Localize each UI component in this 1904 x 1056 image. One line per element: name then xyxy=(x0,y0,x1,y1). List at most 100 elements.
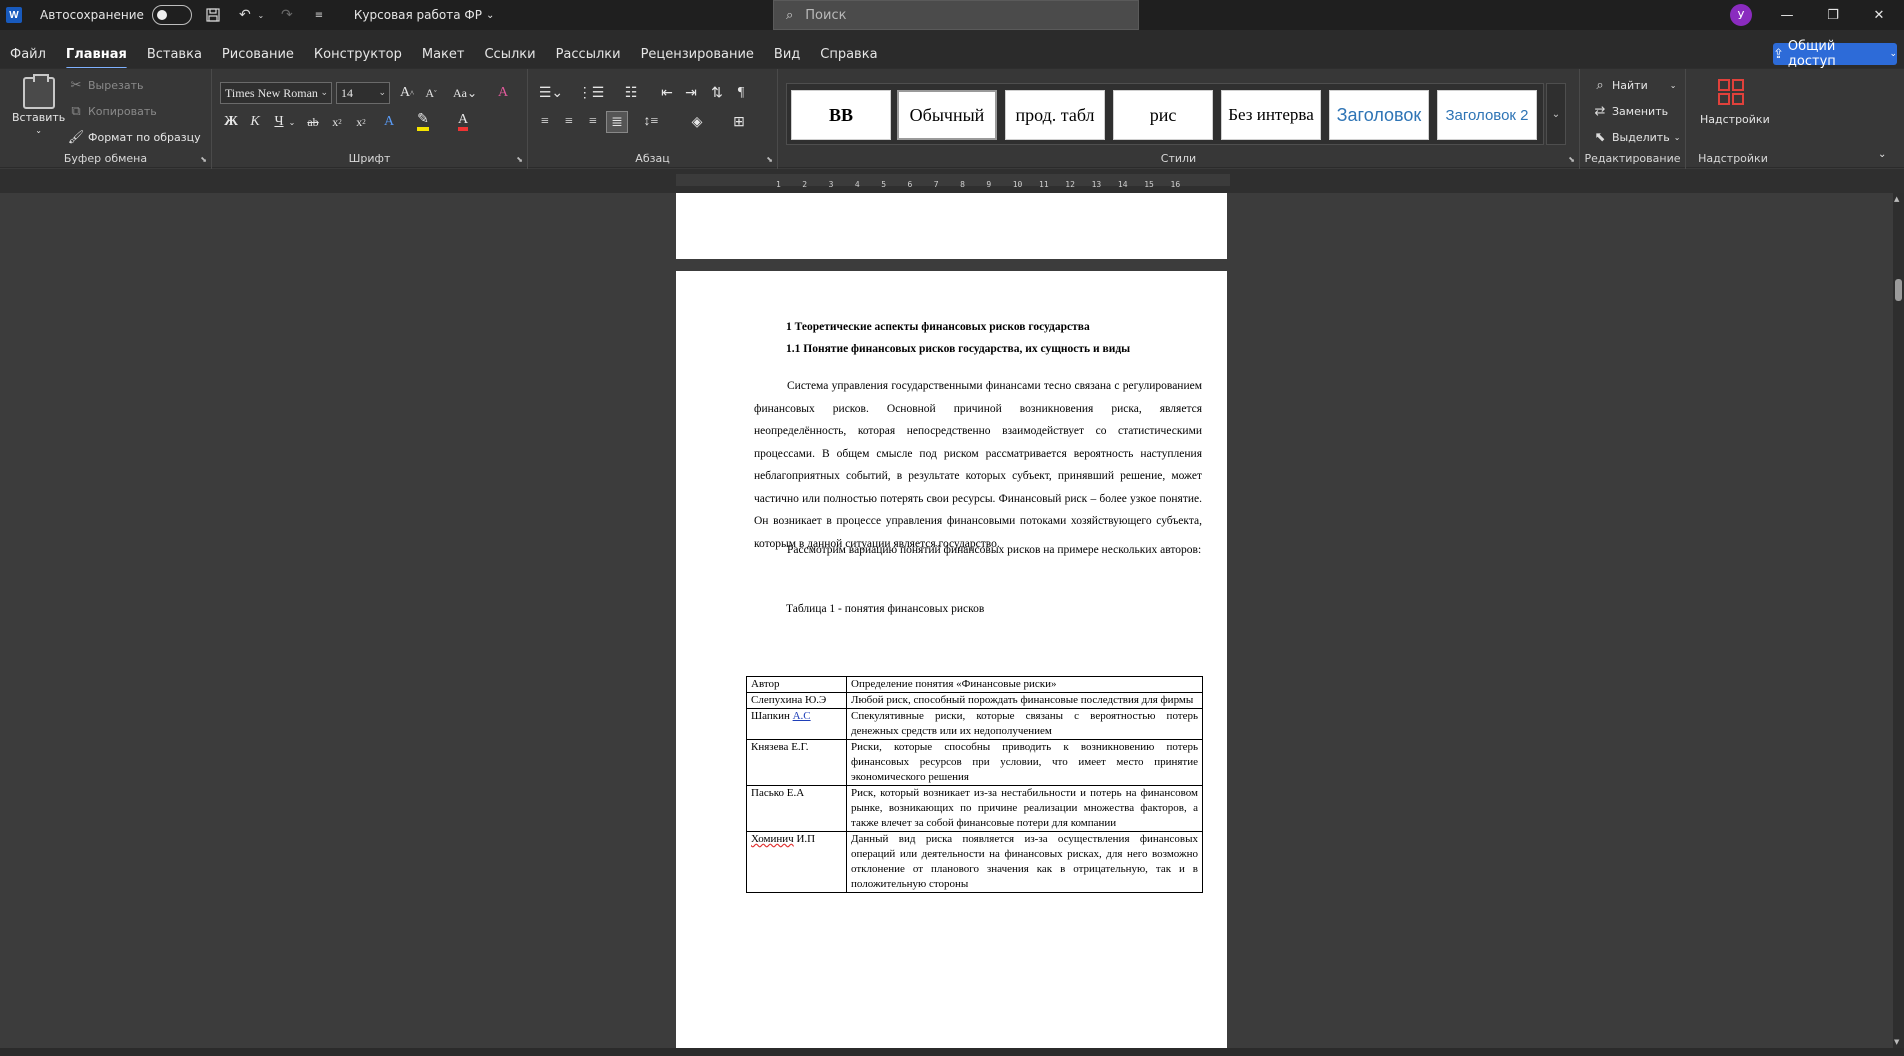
table-cell-author: Пасько Е.А xyxy=(746,785,847,832)
autosave-toggle[interactable] xyxy=(151,5,192,25)
styles-group-label: Стили xyxy=(1160,152,1197,165)
style-bb[interactable]: BB xyxy=(791,90,891,140)
find-button[interactable]: ⌕ Найти ⌄ xyxy=(1592,77,1676,93)
close-icon[interactable]: ✕ xyxy=(1856,0,1902,30)
shrink-font-icon[interactable]: Aˇ xyxy=(420,82,442,104)
align-right-icon[interactable]: ≡ xyxy=(582,111,604,133)
paste-button[interactable]: Вставить ⌄ xyxy=(12,74,65,135)
superscript-icon[interactable]: x2 xyxy=(350,111,372,133)
clipboard-group: Вставить ⌄ ✂ Вырезать ⧉ Копировать 🖌 Фор… xyxy=(0,69,212,169)
restore-icon[interactable]: ❐ xyxy=(1810,0,1856,30)
font-name-value: Times New Roman xyxy=(225,85,318,100)
document-title[interactable]: Курсовая работа ФР ⌄ xyxy=(354,8,494,22)
style-normal[interactable]: Обычный xyxy=(897,90,997,140)
text-effects-icon[interactable]: A xyxy=(378,111,400,133)
dialog-launcher-icon[interactable]: ⬊ xyxy=(200,155,207,164)
subscript-icon[interactable]: x2 xyxy=(326,111,348,133)
format-painter-button[interactable]: 🖌 Формат по образцу xyxy=(68,129,201,145)
change-case-icon[interactable]: Aa⌄ xyxy=(448,82,482,104)
chevron-down-icon[interactable]: ⌄ xyxy=(286,111,298,133)
decrease-indent-icon[interactable]: ⇤ xyxy=(656,82,678,104)
table-cell-author: Шапкин А.С xyxy=(746,708,847,740)
replace-button[interactable]: ⇄ Заменить xyxy=(1592,103,1669,119)
save-icon[interactable] xyxy=(202,4,224,26)
show-marks-icon[interactable]: ¶ xyxy=(730,82,752,104)
tab-6[interactable]: Ссылки xyxy=(474,42,545,66)
paragraph-group-label: Абзац xyxy=(635,152,670,165)
share-button[interactable]: ⇪ Общий доступ ⌄ xyxy=(1773,39,1897,69)
undo-icon[interactable]: ↶ xyxy=(234,4,256,26)
ruler-track[interactable]: 1 2 3 4 5 6 7 8 9 10 11 12 13 14 15 16 xyxy=(676,174,1230,189)
align-center-icon[interactable]: ≡ xyxy=(558,111,580,133)
tab-0[interactable]: Файл xyxy=(0,42,56,66)
borders-icon[interactable]: ⊞ xyxy=(722,111,756,133)
minimize-icon[interactable]: — xyxy=(1764,0,1810,30)
select-label: Выделить xyxy=(1612,130,1670,144)
tab-8[interactable]: Рецензирование xyxy=(631,42,764,66)
tab-4[interactable]: Конструктор xyxy=(304,42,412,66)
line-spacing-icon[interactable]: ↕≡ xyxy=(634,111,668,133)
numbering-icon[interactable]: ⋮☰ xyxy=(574,82,608,104)
linked-initials[interactable]: А.С xyxy=(793,710,811,722)
page-current[interactable]: 1 Теоретические аспекты финансовых риско… xyxy=(676,271,1227,1048)
tab-2[interactable]: Вставка xyxy=(137,42,212,66)
table-cell-definition: Любой риск, способный порождать финансов… xyxy=(846,692,1203,709)
italic-button[interactable]: К xyxy=(244,111,266,133)
horizontal-ruler: 1 2 3 4 5 6 7 8 9 10 11 12 13 14 15 16 xyxy=(0,169,1904,193)
dialog-launcher-icon[interactable]: ⬊ xyxy=(766,155,773,164)
font-size-value: 14 xyxy=(341,85,353,100)
vertical-scrollbar[interactable]: ▲ ▼ xyxy=(1893,193,1904,1048)
tab-3[interactable]: Рисование xyxy=(212,42,304,66)
format-painter-icon: 🖌 xyxy=(67,129,85,145)
strikethrough-icon[interactable]: ab xyxy=(302,111,324,133)
style-heading-1[interactable]: Заголовок xyxy=(1329,90,1429,140)
align-left-icon[interactable]: ≡ xyxy=(534,111,556,133)
highlight-icon[interactable]: ✎ xyxy=(412,111,434,133)
copy-button[interactable]: ⧉ Копировать xyxy=(68,103,156,119)
undo-dropdown-icon[interactable]: ⌄ xyxy=(256,4,266,26)
select-button[interactable]: ⬉ Выделить ⌄ xyxy=(1592,129,1681,145)
chevron-down-icon: ⌄ xyxy=(378,88,386,98)
clear-formatting-icon[interactable]: A xyxy=(492,82,514,104)
tab-1[interactable]: Главная xyxy=(56,42,137,70)
tab-10[interactable]: Справка xyxy=(810,42,887,66)
spelling-error-mark[interactable]: Хоминич xyxy=(751,833,794,845)
avatar[interactable]: У xyxy=(1730,4,1752,26)
share-label: Общий доступ xyxy=(1787,39,1836,69)
customize-quick-access-icon[interactable]: ≡ xyxy=(308,4,330,26)
tab-5[interactable]: Макет xyxy=(412,42,475,66)
table-row: Слепухина Ю.Э Любой риск, способный поро… xyxy=(746,692,1203,709)
table-row: Хоминич И.П Данный вид риска появляется … xyxy=(746,831,1203,893)
font-color-icon[interactable]: A xyxy=(452,111,474,133)
scrollbar-thumb[interactable] xyxy=(1895,279,1902,301)
scroll-down-icon[interactable]: ▼ xyxy=(1894,1038,1899,1046)
redo-icon[interactable]: ↷ xyxy=(276,4,298,26)
chevron-down-icon: ⌄ xyxy=(1673,132,1681,142)
multilevel-list-icon[interactable]: ☷ xyxy=(614,82,648,104)
styles-more-icon[interactable]: ⌄ xyxy=(1546,83,1566,145)
tab-9[interactable]: Вид xyxy=(764,42,810,66)
scroll-up-icon[interactable]: ▲ xyxy=(1894,195,1899,203)
search-input[interactable]: ⌕ Поиск xyxy=(773,0,1139,30)
addins-button[interactable]: Надстройки xyxy=(1700,113,1770,126)
style-prod-tabl[interactable]: прод. табл xyxy=(1005,90,1105,140)
cut-button[interactable]: ✂ Вырезать xyxy=(68,77,144,93)
font-name-combo[interactable]: Times New Roman ⌄ xyxy=(220,82,332,104)
collapse-ribbon-icon[interactable]: ⌄ xyxy=(1878,149,1886,160)
style-no-spacing[interactable]: Без интерва xyxy=(1221,90,1321,140)
addins-icon[interactable] xyxy=(1718,79,1748,109)
justify-icon[interactable]: ≣ xyxy=(606,111,628,133)
dialog-launcher-icon[interactable]: ⬊ xyxy=(516,155,523,164)
tab-7[interactable]: Рассылки xyxy=(546,42,631,66)
shading-icon[interactable]: ◈ xyxy=(680,111,714,133)
style-heading-2[interactable]: Заголовок 2 xyxy=(1437,90,1537,140)
font-size-combo[interactable]: 14 ⌄ xyxy=(336,82,390,104)
increase-indent-icon[interactable]: ⇥ xyxy=(680,82,702,104)
grow-font-icon[interactable]: A ^ xyxy=(396,82,418,104)
style-ris[interactable]: рис xyxy=(1113,90,1213,140)
dialog-launcher-icon[interactable]: ⬊ xyxy=(1568,155,1575,164)
bold-button[interactable]: Ж xyxy=(220,111,242,133)
page-previous[interactable] xyxy=(676,193,1227,259)
sort-icon[interactable]: ⇅ xyxy=(706,82,728,104)
bullets-icon[interactable]: ☰⌄ xyxy=(534,82,568,104)
